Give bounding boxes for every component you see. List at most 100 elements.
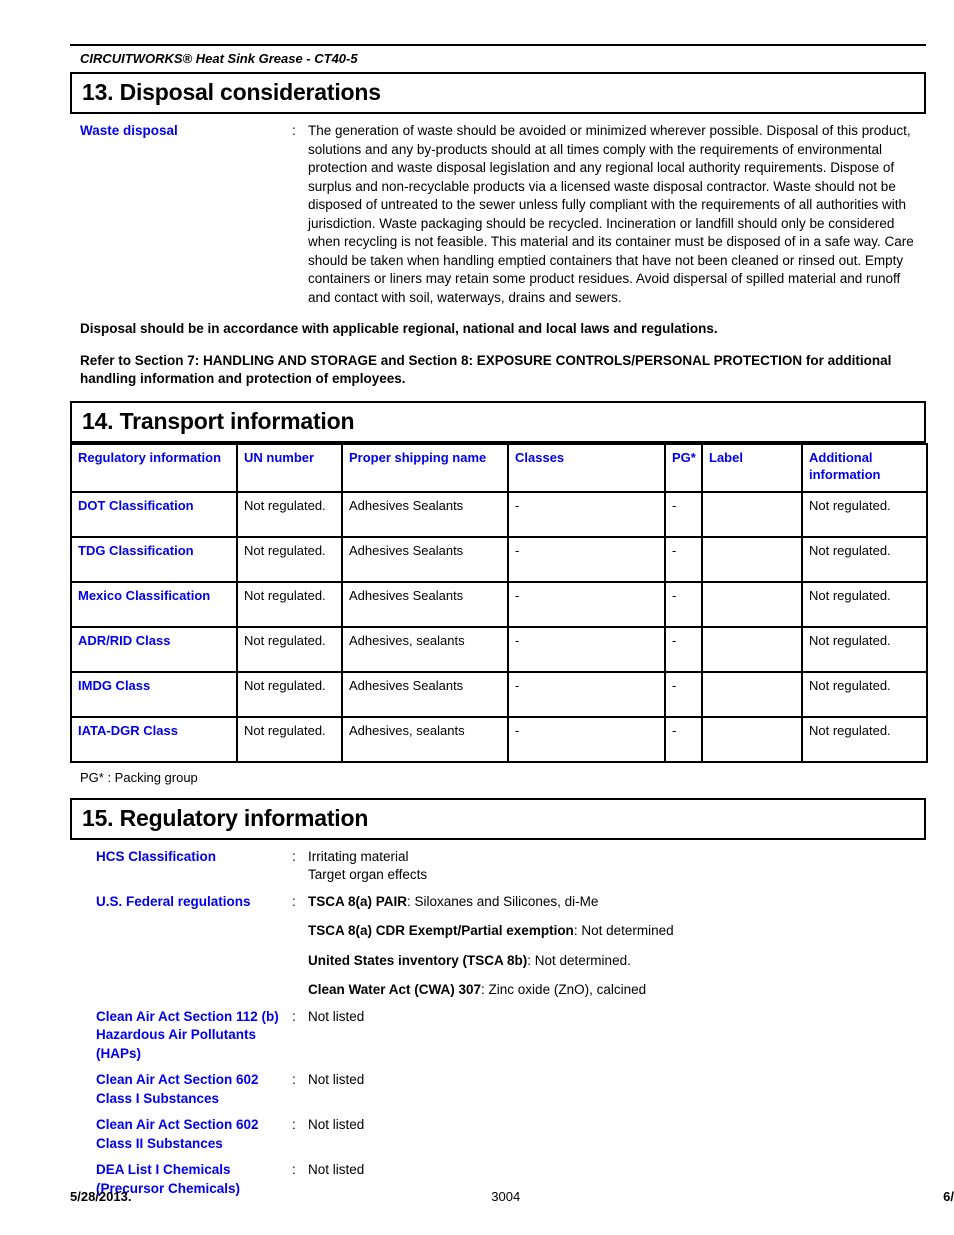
cell-pg: - (664, 715, 703, 763)
hcs-classification-colon: : (292, 848, 296, 864)
cell-label (701, 715, 803, 763)
federal-item-tsca-pair-rest: : Siloxanes and Silicones, di-Me (407, 893, 599, 909)
us-federal-regulations-label: U.S. Federal regulations (96, 893, 251, 909)
hcs-classification-row: HCS Classification : Irritating material… (70, 848, 926, 885)
hcs-line-2: Target organ effects (308, 867, 428, 882)
hcs-line-1: Irritating material (308, 848, 409, 864)
cell-pg: - (664, 580, 703, 628)
cell-shipping-name: Adhesives Sealants (341, 580, 509, 628)
page-footer: 5/28/2013. 3004 6/ (70, 1188, 954, 1205)
footer-page-number: 6/ (943, 1189, 954, 1204)
cell-pg: - (664, 670, 703, 718)
table-header-row: Regulatory information UN number Proper … (70, 442, 928, 493)
dea-list-i-chemicals-colon: : (292, 1162, 296, 1177)
table-row: DOT Classification Not regulated. Adhesi… (70, 490, 928, 538)
hcs-classification-label: HCS Classification (96, 848, 217, 864)
cell-classes: - (507, 580, 666, 628)
cell-un-number: Not regulated. (236, 490, 343, 538)
waste-disposal-row: Waste disposal : The generation of waste… (70, 122, 926, 307)
cell-pg: - (664, 535, 703, 583)
waste-disposal-label: Waste disposal (80, 123, 178, 138)
cell-pg: - (664, 625, 703, 673)
clean-air-act-602-class-i-label: Clean Air Act Section 602 Class I Substa… (96, 1072, 259, 1106)
clean-air-act-602-class-i-row: Clean Air Act Section 602 Class I Substa… (70, 1071, 926, 1108)
federal-item-tsca-pair: TSCA 8(a) PAIR: Siloxanes and Silicones,… (308, 893, 926, 912)
clean-air-act-602-class-ii-colon: : (292, 1117, 296, 1132)
th-proper-shipping-name: Proper shipping name (341, 442, 509, 493)
waste-disposal-colon: : (292, 123, 296, 138)
federal-item-cwa-307: Clean Water Act (CWA) 307: Zinc oxide (Z… (308, 981, 926, 1000)
cell-additional: Not regulated. (801, 625, 928, 673)
section-13-title: 13. Disposal considerations (70, 74, 926, 114)
cell-un-number: Not regulated. (236, 625, 343, 673)
th-regulatory-information: Regulatory information (70, 442, 238, 493)
cell-regulatory: DOT Classification (70, 490, 238, 538)
cell-additional: Not regulated. (801, 715, 928, 763)
cell-label (701, 625, 803, 673)
cell-classes: - (507, 715, 666, 763)
federal-item-us-inventory: United States inventory (TSCA 8b): Not d… (308, 952, 926, 971)
cell-pg: - (664, 490, 703, 538)
cell-shipping-name: Adhesives, sealants (341, 625, 509, 673)
cell-classes: - (507, 535, 666, 583)
federal-item-tsca-cdr-title: TSCA 8(a) CDR Exempt/Partial exemption (308, 923, 574, 938)
clean-air-act-112-row: Clean Air Act Section 112 (b) Hazardous … (70, 1008, 926, 1064)
clean-air-act-602-class-i-value: Not listed (308, 1072, 365, 1087)
us-federal-regulations-colon: : (292, 893, 296, 909)
us-federal-regulations-value: TSCA 8(a) PAIR: Siloxanes and Silicones,… (308, 893, 926, 1000)
footer-date: 5/28/2013. (70, 1189, 132, 1204)
th-packing-group: PG* (664, 442, 703, 493)
dea-list-i-chemicals-value: Not listed (308, 1162, 365, 1177)
cell-regulatory: IATA-DGR Class (70, 715, 238, 763)
section-14-title: 14. Transport information (70, 400, 926, 443)
cell-classes: - (507, 490, 666, 538)
transport-information-table: Regulatory information UN number Proper … (70, 442, 928, 763)
disposal-statement-regional: Disposal should be in accordance with ap… (80, 321, 718, 336)
cell-un-number: Not regulated. (236, 580, 343, 628)
th-additional-information: Additional information (801, 442, 928, 493)
federal-item-cwa-307-rest: : Zinc oxide (ZnO), calcined (481, 982, 647, 997)
cell-regulatory: ADR/RID Class (70, 625, 238, 673)
us-federal-regulations-row: U.S. Federal regulations : TSCA 8(a) PAI… (70, 893, 926, 1000)
cell-label (701, 670, 803, 718)
cell-regulatory: Mexico Classification (70, 580, 238, 628)
table-row: ADR/RID Class Not regulated. Adhesives, … (70, 625, 928, 673)
footer-document-number: 3004 (491, 1189, 521, 1204)
clean-air-act-602-class-i-colon: : (292, 1072, 296, 1087)
federal-item-tsca-cdr: TSCA 8(a) CDR Exempt/Partial exemption: … (308, 922, 926, 941)
cell-shipping-name: Adhesives, sealants (341, 715, 509, 763)
table-row: IATA-DGR Class Not regulated. Adhesives,… (70, 715, 928, 763)
cell-shipping-name: Adhesives Sealants (341, 535, 509, 583)
packing-group-note: PG* : Packing group (80, 769, 198, 785)
cell-shipping-name: Adhesives Sealants (341, 670, 509, 718)
federal-item-cwa-307-title: Clean Water Act (CWA) 307 (308, 982, 482, 997)
federal-item-tsca-cdr-rest: : Not determined (573, 923, 674, 938)
clean-air-act-602-class-ii-row: Clean Air Act Section 602 Class II Subst… (70, 1116, 926, 1153)
clean-air-act-602-class-ii-value: Not listed (308, 1117, 365, 1132)
cell-un-number: Not regulated. (236, 715, 343, 763)
waste-disposal-text: The generation of waste should be avoide… (308, 123, 914, 305)
cell-regulatory: TDG Classification (70, 535, 238, 583)
page-content: CIRCUITWORKS® Heat Sink Grease - CT40-5 … (70, 0, 928, 1198)
cell-un-number: Not regulated. (236, 670, 343, 718)
cell-additional: Not regulated. (801, 580, 928, 628)
table-row: TDG Classification Not regulated. Adhesi… (70, 535, 928, 583)
federal-item-us-inventory-title: United States inventory (TSCA 8b) (308, 952, 528, 968)
cell-additional: Not regulated. (801, 490, 928, 538)
cell-label (701, 535, 803, 583)
table-row: IMDG Class Not regulated. Adhesives Seal… (70, 670, 928, 718)
clean-air-act-112-label: Clean Air Act Section 112 (b) Hazardous … (96, 1008, 279, 1061)
clean-air-act-112-colon: : (292, 1008, 296, 1024)
th-un-number: UN number (236, 442, 343, 493)
cell-classes: - (507, 625, 666, 673)
cell-additional: Not regulated. (801, 535, 928, 583)
cell-shipping-name: Adhesives Sealants (341, 490, 509, 538)
clean-air-act-112-value: Not listed (308, 1008, 365, 1024)
cell-un-number: Not regulated. (236, 535, 343, 583)
cell-label (701, 580, 803, 628)
cell-label (701, 490, 803, 538)
th-classes: Classes (507, 442, 666, 493)
federal-item-tsca-pair-title: TSCA 8(a) PAIR (308, 893, 408, 909)
cell-regulatory: IMDG Class (70, 670, 238, 718)
running-header: CIRCUITWORKS® Heat Sink Grease - CT40-5 (70, 44, 926, 74)
